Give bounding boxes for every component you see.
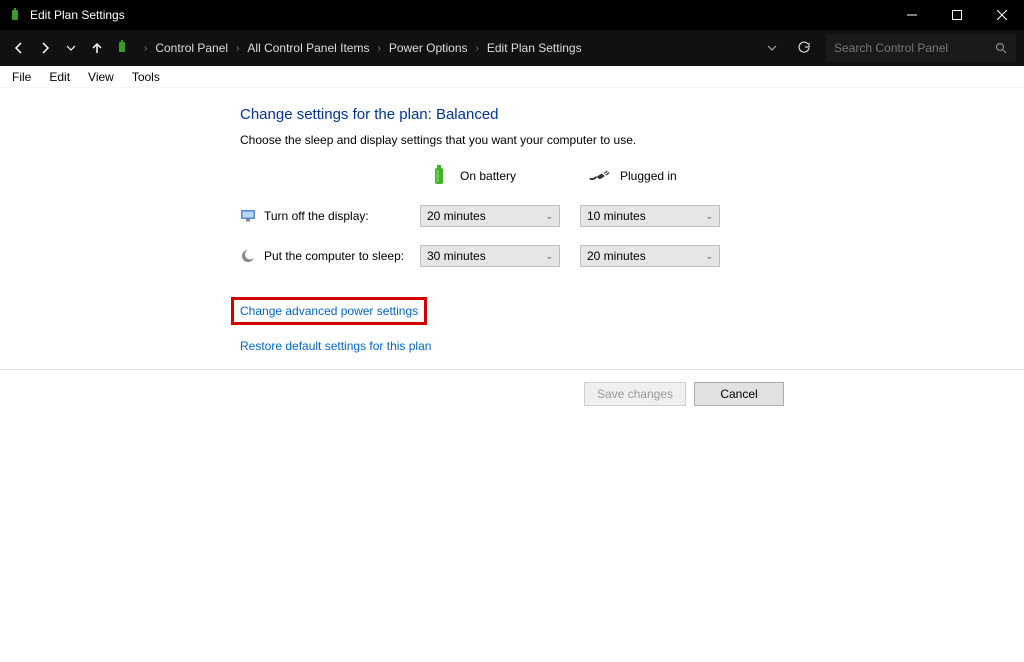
battery-icon bbox=[8, 8, 22, 22]
chevron-down-icon: ⌄ bbox=[705, 211, 713, 222]
address-dropdown-button[interactable] bbox=[762, 38, 782, 58]
maximize-button[interactable] bbox=[934, 0, 979, 30]
chevron-right-icon: › bbox=[140, 43, 151, 54]
display-icon bbox=[240, 208, 256, 224]
content-area: Change settings for the plan: Balanced C… bbox=[0, 88, 1024, 406]
moon-icon bbox=[240, 248, 256, 264]
window-titlebar: Edit Plan Settings bbox=[0, 0, 1024, 30]
restore-defaults-link[interactable]: Restore default settings for this plan bbox=[240, 339, 1024, 353]
highlight-annotation: Change advanced power settings bbox=[231, 297, 427, 325]
search-box[interactable] bbox=[826, 34, 1016, 62]
sleep-plugged-dropdown[interactable]: 20 minutes ⌄ bbox=[580, 245, 720, 267]
row-label-text: Turn off the display: bbox=[264, 209, 369, 223]
chevron-down-icon: ⌄ bbox=[705, 251, 713, 262]
column-header-plugged: Plugged in bbox=[580, 165, 730, 187]
chevron-right-icon: › bbox=[373, 43, 384, 54]
save-button[interactable]: Save changes bbox=[584, 382, 686, 406]
settings-grid: On battery Plugged in Turn off the displ… bbox=[240, 165, 1024, 267]
sleep-battery-dropdown[interactable]: 30 minutes ⌄ bbox=[420, 245, 560, 267]
column-label: Plugged in bbox=[620, 169, 677, 183]
links-section: Change advanced power settings Restore d… bbox=[240, 297, 1024, 353]
forward-button[interactable] bbox=[34, 37, 56, 59]
chevron-right-icon: › bbox=[472, 43, 483, 54]
dropdown-value: 20 minutes bbox=[427, 209, 486, 223]
dropdown-value: 30 minutes bbox=[427, 249, 486, 263]
row-label-text: Put the computer to sleep: bbox=[264, 249, 404, 263]
breadcrumb-item[interactable]: Control Panel bbox=[155, 41, 228, 55]
column-header-battery: On battery bbox=[420, 165, 570, 187]
row-label-display: Turn off the display: bbox=[240, 208, 410, 224]
chevron-down-icon: ⌄ bbox=[545, 211, 553, 222]
navigation-bar: › Control Panel › All Control Panel Item… bbox=[0, 30, 1024, 66]
plug-icon bbox=[588, 165, 610, 187]
breadcrumb[interactable]: › Control Panel › All Control Panel Item… bbox=[112, 40, 758, 56]
menu-edit[interactable]: Edit bbox=[41, 68, 78, 86]
page-title: Change settings for the plan: Balanced bbox=[240, 106, 1024, 123]
menu-bar: File Edit View Tools bbox=[0, 66, 1024, 88]
up-button[interactable] bbox=[86, 37, 108, 59]
battery-icon bbox=[428, 165, 450, 187]
minimize-button[interactable] bbox=[889, 0, 934, 30]
refresh-button[interactable] bbox=[794, 38, 814, 58]
breadcrumb-item[interactable]: All Control Panel Items bbox=[247, 41, 369, 55]
window-controls bbox=[889, 0, 1024, 30]
chevron-right-icon: › bbox=[232, 43, 243, 54]
display-battery-dropdown[interactable]: 20 minutes ⌄ bbox=[420, 205, 560, 227]
change-advanced-link[interactable]: Change advanced power settings bbox=[240, 304, 418, 318]
display-plugged-dropdown[interactable]: 10 minutes ⌄ bbox=[580, 205, 720, 227]
menu-tools[interactable]: Tools bbox=[124, 68, 168, 86]
chevron-down-icon: ⌄ bbox=[545, 251, 553, 262]
menu-file[interactable]: File bbox=[4, 68, 39, 86]
button-row: Save changes Cancel bbox=[0, 370, 1024, 406]
page-subtitle: Choose the sleep and display settings th… bbox=[240, 133, 1024, 147]
search-icon bbox=[994, 41, 1008, 55]
search-input[interactable] bbox=[834, 41, 994, 55]
close-button[interactable] bbox=[979, 0, 1024, 30]
back-button[interactable] bbox=[8, 37, 30, 59]
window-title: Edit Plan Settings bbox=[30, 8, 889, 22]
cancel-button[interactable]: Cancel bbox=[694, 382, 784, 406]
column-label: On battery bbox=[460, 169, 516, 183]
breadcrumb-item[interactable]: Edit Plan Settings bbox=[487, 41, 582, 55]
breadcrumb-item[interactable]: Power Options bbox=[389, 41, 468, 55]
recent-dropdown-button[interactable] bbox=[60, 37, 82, 59]
dropdown-value: 10 minutes bbox=[587, 209, 646, 223]
battery-icon bbox=[116, 40, 132, 56]
dropdown-value: 20 minutes bbox=[587, 249, 646, 263]
menu-view[interactable]: View bbox=[80, 68, 122, 86]
row-label-sleep: Put the computer to sleep: bbox=[240, 248, 410, 264]
